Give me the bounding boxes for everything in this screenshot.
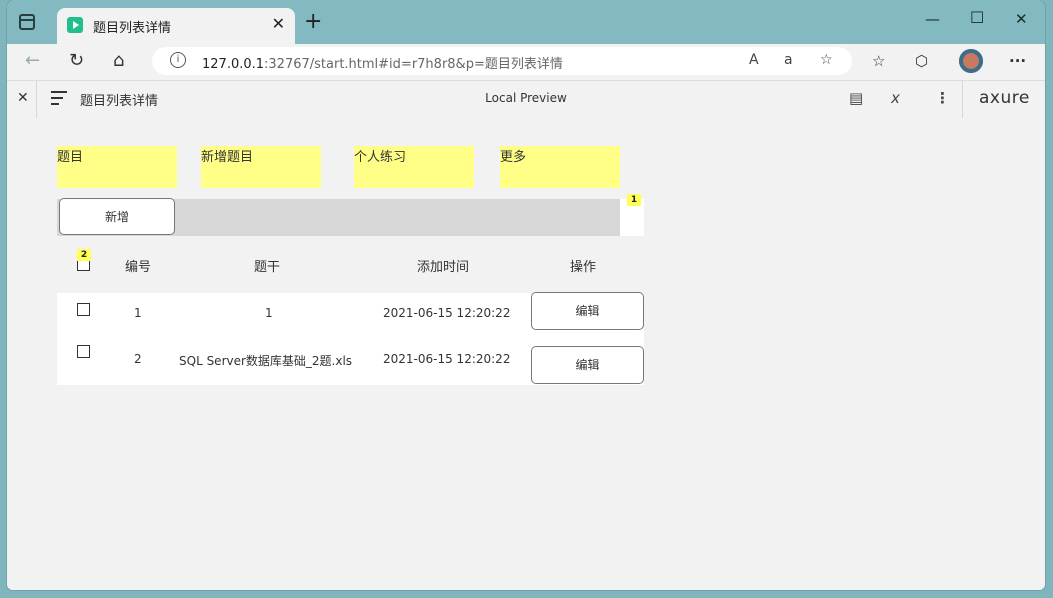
translate-icon[interactable]: a: [784, 52, 793, 68]
minimize-icon[interactable]: —: [925, 10, 940, 28]
add-button[interactable]: 新增: [59, 198, 175, 235]
kebab-menu-icon[interactable]: ⋮: [935, 89, 950, 107]
back-icon[interactable]: ←: [25, 50, 40, 71]
table-body: 1 1 2021-06-15 12:20:22 编辑 2 SQL Server数…: [57, 292, 644, 385]
edit-button[interactable]: 编辑: [531, 346, 644, 384]
axure-logo: axure: [979, 88, 1030, 108]
divider: [962, 81, 963, 118]
read-aloud-icon[interactable]: A: [749, 52, 759, 68]
favorites-icon[interactable]: ☆: [872, 52, 885, 70]
profile-avatar[interactable]: [959, 49, 983, 73]
info-icon[interactable]: i: [170, 52, 186, 68]
notes-icon[interactable]: ▤: [849, 89, 863, 107]
table-header: 2 编号 题干 添加时间 操作: [57, 246, 644, 282]
axure-header: ✕ 题目列表详情 Local Preview ▤ x ⋮ axure: [7, 80, 1045, 119]
url-host: 127.0.0.1: [202, 57, 265, 72]
cell-stem: 1: [265, 306, 273, 320]
tab-actions-icon[interactable]: [19, 14, 35, 30]
column-header-time: 添加时间: [417, 260, 470, 275]
more-icon[interactable]: ···: [1009, 52, 1026, 70]
tab-strip: 题目列表详情 ✕ + — ☐ ✕: [7, 0, 1045, 44]
home-icon[interactable]: ⌂: [113, 50, 124, 71]
nav-sticky-questions[interactable]: 题目: [57, 146, 177, 188]
column-header-stem: 题干: [254, 260, 281, 275]
axure-play-icon: [67, 17, 83, 33]
cell-time: 2021-06-15 12:20:22: [383, 306, 511, 320]
cell-id: 1: [134, 306, 142, 320]
url-path: :32767/start.html#id=r7h8r8&p=题目列表详情: [264, 57, 563, 72]
tab-title: 题目列表详情: [93, 21, 172, 36]
row-checkbox[interactable]: [77, 345, 90, 358]
prototype-canvas: 题目 新增题目 个人练习 更多 新增 1 2 编号 题干 添加时间 操作 1 1…: [7, 118, 1045, 590]
add-favorite-icon[interactable]: ☆: [820, 52, 833, 68]
extensions-icon[interactable]: ⬡: [915, 52, 928, 70]
cell-id: 2: [134, 352, 142, 366]
tab-close-icon[interactable]: ✕: [272, 14, 285, 33]
new-tab-icon[interactable]: +: [304, 11, 322, 33]
nav-sticky-more[interactable]: 更多: [500, 146, 620, 188]
url-text: 127.0.0.1:32767/start.html#id=r7h8r8&p=题…: [202, 53, 563, 72]
nav-sticky-add-question[interactable]: 新增题目: [201, 146, 321, 188]
cell-time: 2021-06-15 12:20:22: [383, 352, 511, 366]
address-bar-row: ← ↻ ⌂ i 127.0.0.1:32767/start.html#id=r7…: [7, 44, 1045, 80]
maximize-icon[interactable]: ☐: [970, 8, 984, 27]
variables-icon[interactable]: x: [891, 89, 900, 107]
column-header-id: 编号: [125, 260, 152, 275]
row-checkbox[interactable]: [77, 303, 90, 316]
edit-button[interactable]: 编辑: [531, 292, 644, 330]
active-tab[interactable]: 题目列表详情 ✕: [57, 8, 295, 44]
address-input[interactable]: i 127.0.0.1:32767/start.html#id=r7h8r8&p…: [152, 47, 852, 75]
footnote-badge: 1: [627, 194, 641, 206]
footnote-badge: 2: [77, 249, 91, 261]
cell-stem: SQL Server数据库基础_2题.xls: [179, 354, 353, 368]
nav-sticky-practice[interactable]: 个人练习: [354, 146, 474, 188]
window-close-icon[interactable]: ✕: [1015, 10, 1028, 28]
column-header-action: 操作: [570, 260, 597, 275]
refresh-icon[interactable]: ↻: [69, 50, 84, 71]
browser-window: 题目列表详情 ✕ + — ☐ ✕ ← ↻ ⌂ i 127.0.0.1:32767…: [7, 0, 1045, 590]
preview-label: Local Preview: [485, 91, 567, 105]
